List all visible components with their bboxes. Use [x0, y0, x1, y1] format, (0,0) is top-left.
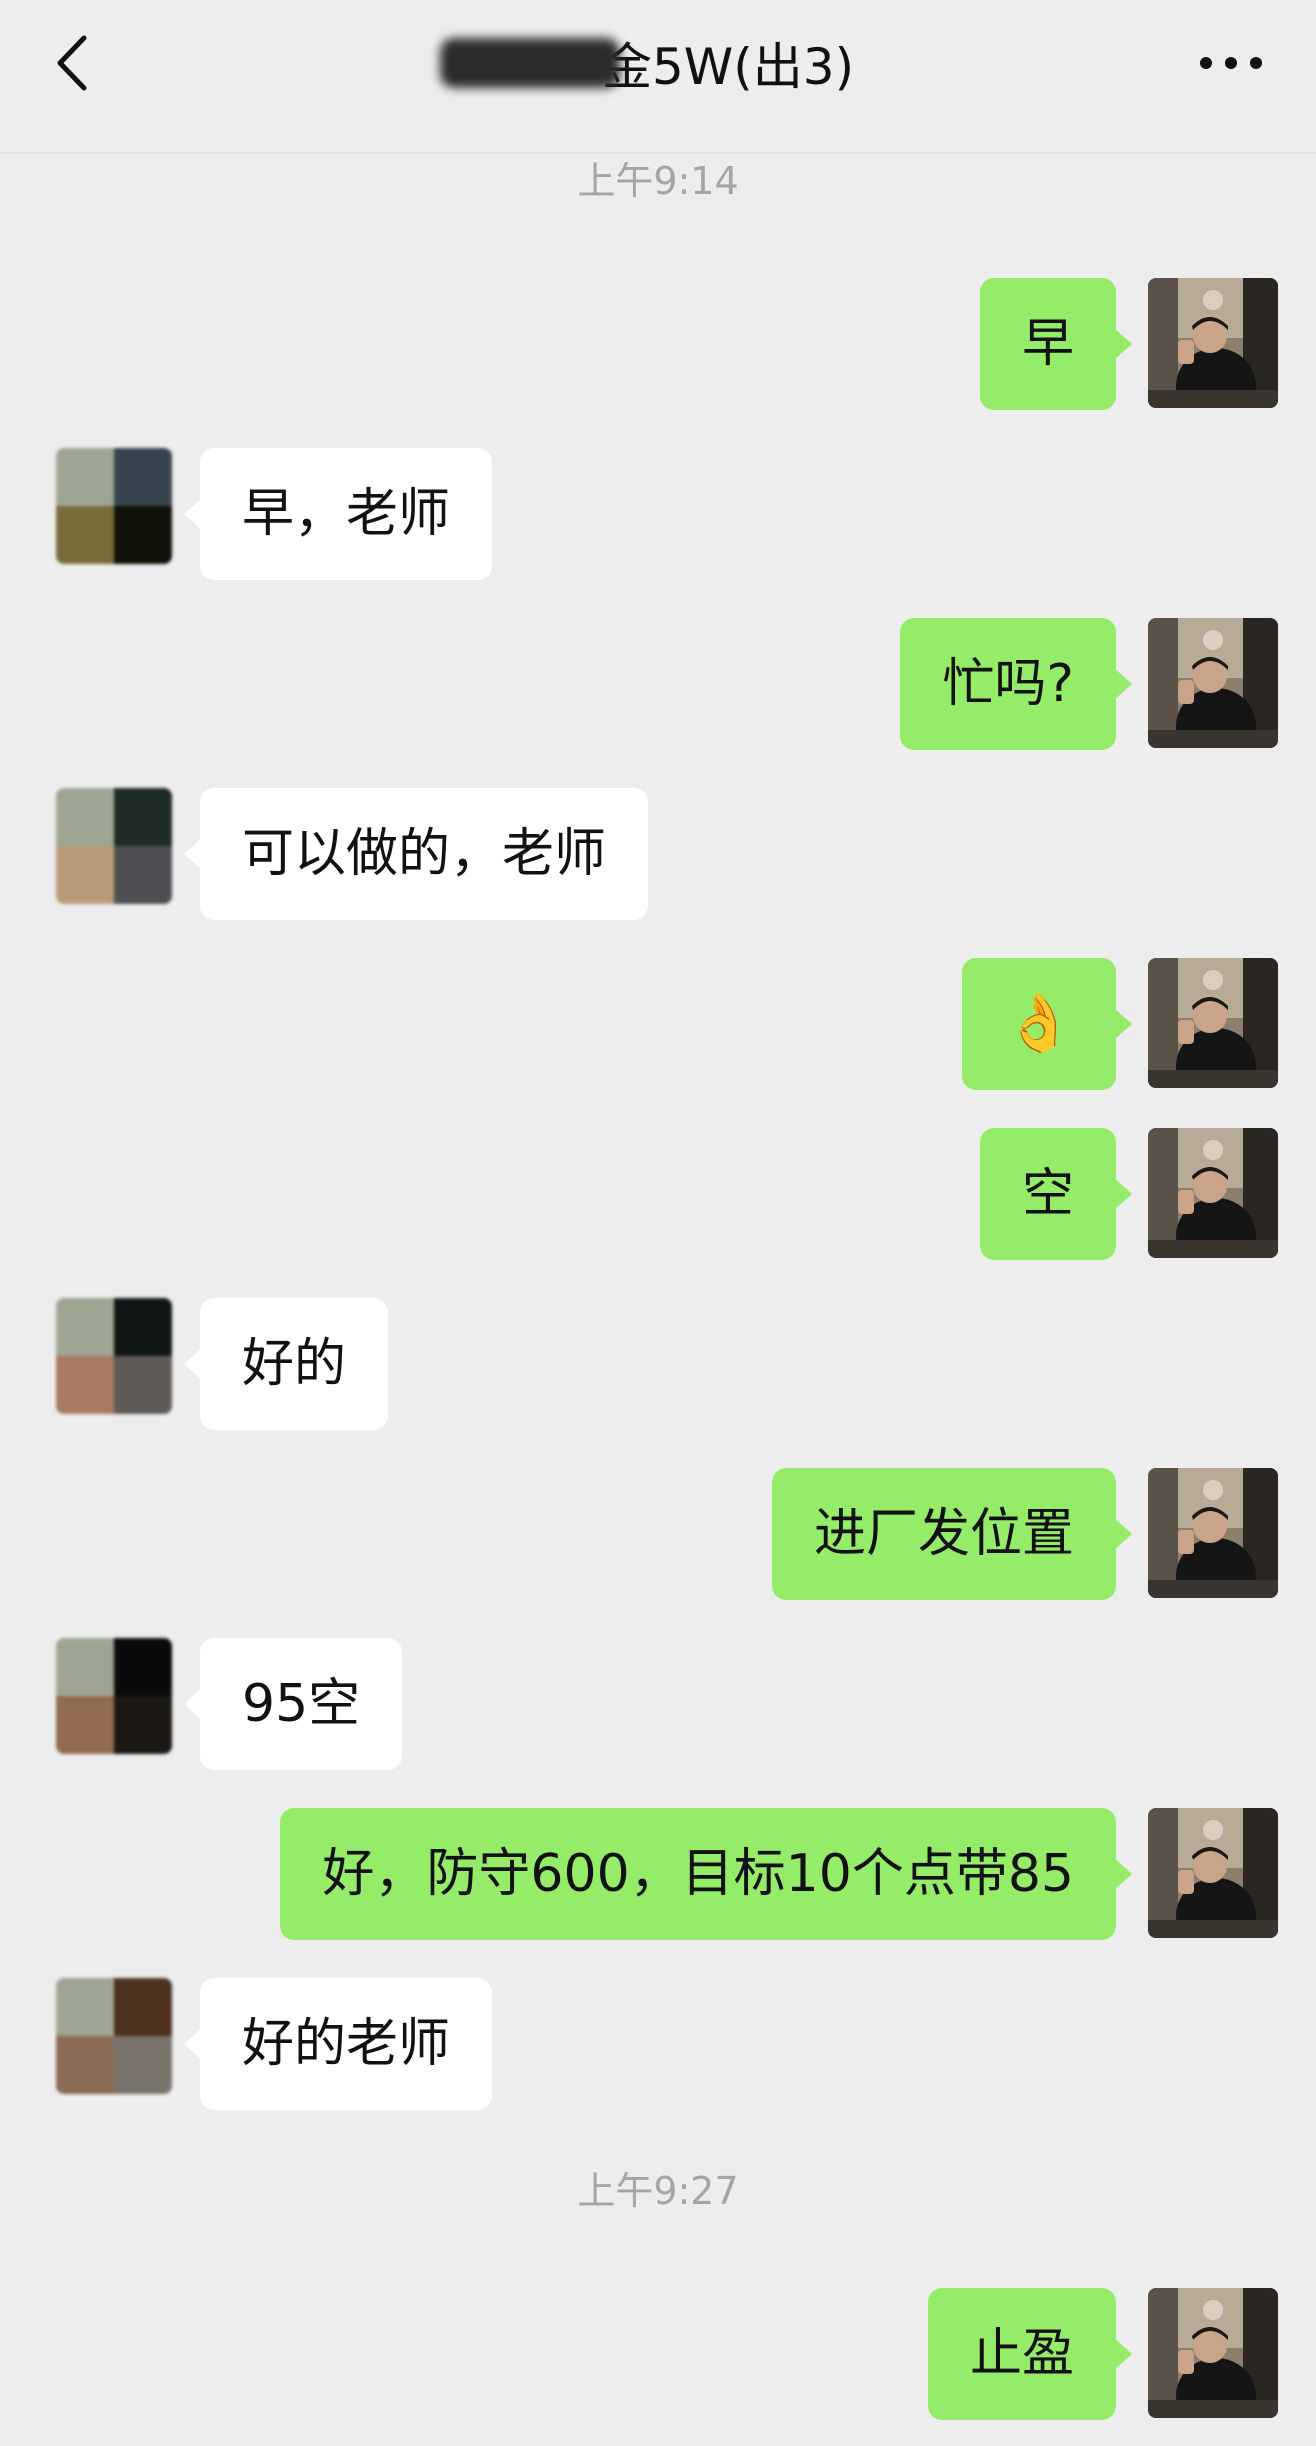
- avatar-mosaic-tile: [56, 506, 114, 564]
- avatar-mosaic-tile: [114, 1356, 172, 1414]
- user-photo: [1148, 1808, 1278, 1938]
- user-photo: [1148, 1468, 1278, 1598]
- chat-title: 金5W(出3): [602, 38, 855, 96]
- avatar-mosaic-tile: [56, 1298, 114, 1356]
- avatar[interactable]: [56, 788, 172, 904]
- avatar-mosaic-tile: [56, 448, 114, 506]
- chevron-left-icon: [57, 35, 87, 91]
- avatar[interactable]: [1148, 1128, 1278, 1258]
- avatar-mosaic-tile: [56, 846, 114, 904]
- avatar-mosaic-tile: [56, 1978, 114, 2036]
- avatar[interactable]: [1148, 618, 1278, 748]
- message-bubble[interactable]: 好的老师: [183, 1978, 493, 2110]
- chat-title-area: 金5W(出3): [440, 28, 854, 98]
- avatar-mosaic-tile: [56, 1696, 114, 1754]
- user-photo: [1148, 1128, 1278, 1258]
- avatar-mosaic-tile: [56, 1356, 114, 1414]
- more-options-button[interactable]: [1186, 28, 1276, 98]
- avatar[interactable]: [56, 1638, 172, 1754]
- user-photo: [1148, 2288, 1278, 2418]
- avatar[interactable]: [1148, 278, 1278, 408]
- user-photo: [1148, 278, 1278, 408]
- avatar[interactable]: [1148, 1808, 1278, 1938]
- avatar-mosaic-tile: [114, 448, 172, 506]
- ellipsis-icon: [1200, 57, 1262, 69]
- avatar-mosaic-tile: [114, 846, 172, 904]
- avatar[interactable]: [56, 1978, 172, 2094]
- message-bubble[interactable]: 95空: [183, 1638, 403, 1770]
- message-bubble[interactable]: 进厂发位置: [771, 1468, 1133, 1600]
- avatar-mosaic-tile: [114, 1298, 172, 1356]
- avatar[interactable]: [56, 448, 172, 564]
- avatar-mosaic-tile: [56, 788, 114, 846]
- avatar[interactable]: [56, 1298, 172, 1414]
- message-bubble[interactable]: 好，防守600，目标10个点带85: [280, 1808, 1132, 1940]
- avatar-mosaic-tile: [114, 1696, 172, 1754]
- message-bubble[interactable]: 忙吗?: [900, 618, 1132, 750]
- chat-header: 金5W(出3): [0, 0, 1316, 154]
- message-bubble[interactable]: 早: [979, 278, 1133, 410]
- back-button[interactable]: [40, 28, 110, 98]
- message-bubble[interactable]: 早，老师: [183, 448, 493, 580]
- avatar-mosaic-tile: [56, 2036, 114, 2094]
- avatar[interactable]: [1148, 958, 1278, 1088]
- user-photo: [1148, 618, 1278, 748]
- avatar-mosaic-tile: [114, 788, 172, 846]
- timestamp: 上午9:14: [577, 159, 739, 203]
- message-bubble[interactable]: 好的: [183, 1298, 389, 1430]
- message-bubble[interactable]: 空: [979, 1128, 1133, 1260]
- user-photo: [1148, 958, 1278, 1088]
- avatar-mosaic-tile: [114, 1638, 172, 1696]
- avatar[interactable]: [1148, 1468, 1278, 1598]
- avatar[interactable]: [1148, 2288, 1278, 2418]
- timestamp: 上午9:27: [577, 2169, 739, 2213]
- redacted-name: [440, 38, 620, 88]
- avatar-mosaic-tile: [114, 2036, 172, 2094]
- message-bubble[interactable]: 止盈: [927, 2288, 1133, 2420]
- message-bubble[interactable]: 可以做的，老师: [183, 788, 649, 920]
- message-bubble[interactable]: 👌: [962, 958, 1132, 1090]
- avatar-mosaic-tile: [114, 1978, 172, 2036]
- avatar-mosaic-tile: [114, 506, 172, 564]
- avatar-mosaic-tile: [56, 1638, 114, 1696]
